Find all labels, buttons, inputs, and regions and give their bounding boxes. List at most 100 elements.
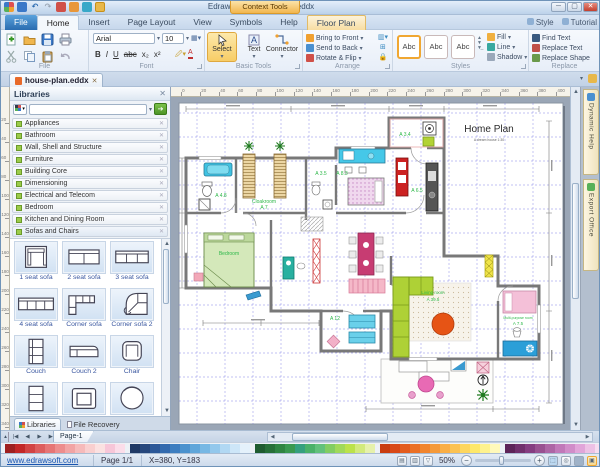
format-x-button[interactable]: x₂ xyxy=(140,49,151,60)
tab-file[interactable]: File xyxy=(5,15,37,30)
color-swatch[interactable] xyxy=(65,444,75,453)
side-table[interactable] xyxy=(451,360,466,371)
color-swatch[interactable] xyxy=(210,444,220,453)
style-sample-2[interactable]: Abc xyxy=(424,35,448,59)
library-symbol-1-seat-sofa[interactable]: 1 seat sofa xyxy=(12,241,60,288)
library-symbol-couch-2[interactable]: Couch 2 xyxy=(60,335,108,382)
library-symbol-2-seat-sofa[interactable]: 2 seat sofa xyxy=(60,241,108,288)
zoom-in-button[interactable]: + xyxy=(534,455,545,466)
radiator[interactable] xyxy=(313,239,320,283)
folder-icon[interactable] xyxy=(95,2,105,12)
line-button[interactable]: Line▾ xyxy=(487,42,527,52)
room-label-utility[interactable]: A 3.4 xyxy=(399,132,411,138)
library-search-input[interactable] xyxy=(29,104,147,115)
style-sample-3[interactable]: Abc xyxy=(451,35,475,59)
bathtub[interactable] xyxy=(204,163,232,176)
connector-tool-button[interactable]: Connector▾ xyxy=(265,32,299,62)
edrawsoft-link[interactable]: www.edrawsoft.com xyxy=(7,456,78,465)
color-swatch[interactable] xyxy=(95,444,105,453)
room-label-living[interactable]: Living room xyxy=(421,290,445,295)
room-label-multi[interactable]: Multi-purpose room xyxy=(503,316,532,320)
color-swatch[interactable] xyxy=(380,444,390,453)
library-remove-icon[interactable]: ✕ xyxy=(159,228,164,235)
color-swatch[interactable] xyxy=(345,444,355,453)
tab-insert[interactable]: Insert xyxy=(79,15,118,30)
case-options-icon[interactable]: ▦▾ xyxy=(191,34,201,43)
font-size-combo[interactable] xyxy=(162,33,184,44)
color-swatch[interactable] xyxy=(170,444,180,453)
library-item-sofas-and-chairs[interactable]: Sofas and Chairs✕ xyxy=(12,226,168,237)
libraries-close-icon[interactable]: ✕ xyxy=(159,89,166,98)
color-swatch[interactable] xyxy=(190,444,200,453)
library-search-dropdown-icon[interactable]: ▾ xyxy=(149,106,152,113)
color-swatch[interactable] xyxy=(325,444,335,453)
lock-icon[interactable]: 🔒 xyxy=(378,53,388,62)
room-label-bedroom2[interactable]: A 8.3 xyxy=(336,171,348,177)
appliance-column[interactable] xyxy=(426,163,438,211)
room-label-bath2[interactable]: A 3.5 xyxy=(315,171,327,177)
color-swatch[interactable] xyxy=(460,444,470,453)
shadow-button[interactable]: Shadow▾ xyxy=(487,52,527,62)
color-swatch[interactable] xyxy=(140,444,150,453)
library-item-dimensioning[interactable]: Dimensioning✕ xyxy=(12,178,168,189)
plant-right[interactable] xyxy=(275,141,285,151)
format-x-button[interactable]: x² xyxy=(152,49,163,60)
color-swatch[interactable] xyxy=(275,444,285,453)
group-objects-icon[interactable]: ⊞ xyxy=(378,43,388,52)
fit-to-window-icon[interactable]: ⬚ xyxy=(548,456,558,466)
highlight-color-icon[interactable]: 🖉▾ xyxy=(175,50,186,59)
color-swatch[interactable] xyxy=(35,444,45,453)
library-remove-icon[interactable]: ✕ xyxy=(159,192,164,199)
doctab-overflow-icon[interactable]: ▾ xyxy=(580,75,583,82)
room-label-dressing[interactable]: A 12 xyxy=(330,316,340,322)
dining-table[interactable] xyxy=(349,233,383,275)
library-remove-icon[interactable]: ✕ xyxy=(159,216,164,223)
red-cabinet[interactable] xyxy=(396,158,408,196)
library-remove-icon[interactable]: ✕ xyxy=(159,156,164,163)
library-symbol-extra-10[interactable] xyxy=(60,382,108,416)
library-remove-icon[interactable]: ✕ xyxy=(159,180,164,187)
window-marker[interactable] xyxy=(477,362,489,373)
dining-rug[interactable] xyxy=(349,279,385,293)
next-page-icon[interactable]: ▶ xyxy=(34,432,45,442)
save-file-icon[interactable] xyxy=(41,33,54,46)
tab-file-recovery[interactable]: File Recovery xyxy=(63,418,124,430)
color-swatch[interactable] xyxy=(75,444,85,453)
paste-icon[interactable] xyxy=(41,50,54,63)
tab-view[interactable]: View xyxy=(184,15,220,30)
window-pillar[interactable] xyxy=(485,255,493,277)
color-swatch[interactable] xyxy=(220,444,230,453)
color-swatch[interactable] xyxy=(295,444,305,453)
color-swatch[interactable] xyxy=(85,444,95,453)
export-office-tab[interactable]: Export Office xyxy=(583,179,599,271)
color-swatch[interactable] xyxy=(105,444,115,453)
minimize-button[interactable]: ─ xyxy=(551,2,566,12)
library-symbol-corner-sofa[interactable]: Corner sofa xyxy=(60,288,108,335)
panel-pin-icon[interactable] xyxy=(588,74,597,83)
color-swatch[interactable] xyxy=(130,444,140,453)
align-icon[interactable]: ▥▾ xyxy=(378,33,388,42)
copy-icon[interactable] xyxy=(23,50,36,63)
color-swatch[interactable] xyxy=(365,444,375,453)
wardrobe-left[interactable] xyxy=(243,154,255,198)
library-scrollbar[interactable]: ▲ ▼ xyxy=(161,239,170,416)
patio-table[interactable] xyxy=(418,376,434,392)
library-remove-icon[interactable]: ✕ xyxy=(159,132,164,139)
zoom-slider[interactable] xyxy=(475,459,531,462)
room-label-cloakroom-area[interactable]: A 7 xyxy=(260,205,267,211)
cut-icon[interactable] xyxy=(5,50,18,63)
document-close-icon[interactable]: ✕ xyxy=(92,77,98,85)
tab-symbols[interactable]: Symbols xyxy=(221,15,272,30)
sink-2[interactable] xyxy=(323,200,332,209)
plan-title[interactable]: Home Plan xyxy=(464,124,513,135)
redo-icon[interactable]: ↷ xyxy=(43,2,53,12)
toilet-2[interactable] xyxy=(312,182,320,195)
color-swatch[interactable] xyxy=(355,444,365,453)
patio-chair-left[interactable] xyxy=(409,392,416,399)
patio-chair-right[interactable] xyxy=(437,392,444,399)
library-remove-icon[interactable]: ✕ xyxy=(159,168,164,175)
canvas-scroll-up-icon[interactable]: ▲ xyxy=(571,87,581,97)
room-label-bedroom1[interactable]: Bedroom xyxy=(219,251,239,257)
font-size-dropdown-icon[interactable]: ▾ xyxy=(186,35,189,42)
first-page-icon[interactable]: |◀ xyxy=(10,432,21,442)
